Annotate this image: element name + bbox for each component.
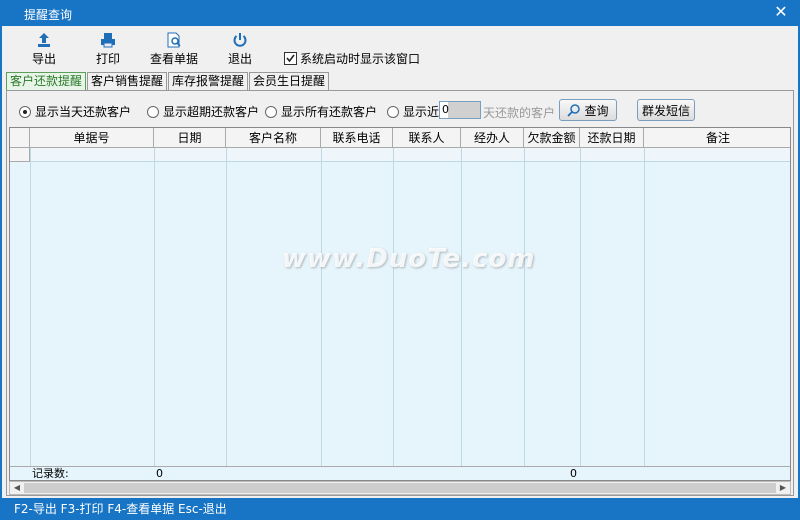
view-doc-button[interactable]: 查看单据 <box>146 32 202 68</box>
record-count-value: 0 <box>156 467 163 480</box>
tab-strip: 客户还款提醒 客户销售提醒 库存报警提醒 会员生日提醒 <box>6 72 330 90</box>
toolbar: 导出 打印 查看单据 退出 系统启动时显示该窗口 <box>2 26 798 70</box>
days-input[interactable]: 0 <box>439 101 481 119</box>
radio-dot[interactable] <box>19 105 31 118</box>
column-divider <box>30 148 31 480</box>
record-count-label: 记录数: <box>32 467 69 480</box>
query-button[interactable]: 查询 <box>559 99 617 121</box>
column-divider <box>154 148 155 480</box>
table-row[interactable] <box>10 148 790 162</box>
radio-dot[interactable] <box>265 105 277 118</box>
radio-dot[interactable] <box>387 105 399 118</box>
app-window: 提醒查询 ✕ 导出 打印 查看单据 退出 系统启动时显示该窗口 客户还款提醒 客… <box>0 0 800 520</box>
column-header[interactable]: 日期 <box>154 128 226 148</box>
column-header[interactable]: 备注 <box>644 128 790 148</box>
scroll-right-icon[interactable]: ▶ <box>776 482 790 494</box>
column-divider <box>393 148 394 480</box>
radio-today[interactable]: 显示当天还款客户 <box>19 103 131 120</box>
column-divider <box>580 148 581 480</box>
column-header[interactable]: 客户名称 <box>226 128 321 148</box>
radio-recent[interactable]: 显示近 <box>387 103 439 120</box>
grid-footer: 记录数: 0 0 <box>10 466 790 480</box>
days-suffix: 天还款的客户 <box>483 106 556 120</box>
startup-checkbox-label: 系统启动时显示该窗口 <box>300 52 421 66</box>
column-header[interactable]: 还款日期 <box>580 128 644 148</box>
column-divider <box>644 148 645 480</box>
column-header[interactable]: 单据号 <box>30 128 154 148</box>
tab-pane: 显示当天还款客户 显示超期还款客户 显示所有还款客户 显示近 0 天还款的客户 <box>6 90 794 496</box>
checkbox-box[interactable] <box>284 52 297 65</box>
view-doc-label: 查看单据 <box>149 52 198 66</box>
status-bar: F2-导出 F3-打印 F4-查看单据 Esc-退出 <box>0 498 800 520</box>
query-label: 查询 <box>584 103 609 118</box>
tab-member-birthday[interactable]: 会员生日提醒 <box>249 72 330 90</box>
sms-label: 群发短信 <box>641 103 690 118</box>
column-header[interactable]: 联系人 <box>393 128 461 148</box>
radio-all[interactable]: 显示所有还款客户 <box>265 103 377 120</box>
radio-dot[interactable] <box>147 105 159 118</box>
tab-customer-sales[interactable]: 客户销售提醒 <box>87 72 168 90</box>
filter-bar: 显示当天还款客户 显示超期还款客户 显示所有还款客户 显示近 0 天还款的客户 <box>19 99 789 121</box>
debt-total-value: 0 <box>570 467 577 480</box>
column-header[interactable]: 欠款金额 <box>524 128 580 148</box>
export-icon <box>38 33 50 47</box>
radio-today-label: 显示当天还款客户 <box>35 105 132 119</box>
print-icon <box>101 33 115 48</box>
scroll-left-icon[interactable]: ◀ <box>10 482 24 494</box>
export-button[interactable]: 导出 <box>26 32 62 68</box>
radio-all-label: 显示所有还款客户 <box>281 105 378 119</box>
tab-customer-repayment[interactable]: 客户还款提醒 <box>6 72 87 90</box>
header-corner <box>10 128 30 148</box>
data-grid[interactable]: 单据号 日期 客户名称 联系电话 联系人 经办人 欠款金额 还款日期 备注 记录… <box>9 127 791 481</box>
watermark-text: www.DuoTe.com <box>282 244 536 274</box>
grid-header: 单据号 日期 客户名称 联系电话 联系人 经办人 欠款金额 还款日期 备注 <box>10 128 790 148</box>
column-header[interactable]: 经办人 <box>461 128 524 148</box>
column-divider <box>226 148 227 480</box>
close-icon[interactable]: ✕ <box>772 3 790 21</box>
row-indicator[interactable] <box>10 148 30 162</box>
horizontal-scrollbar[interactable]: ◀ ▶ <box>9 481 791 495</box>
window-title: 提醒查询 <box>24 8 73 22</box>
export-label: 导出 <box>31 52 56 66</box>
radio-overdue[interactable]: 显示超期还款客户 <box>147 103 259 120</box>
column-divider <box>461 148 462 480</box>
column-divider <box>321 148 322 480</box>
exit-button[interactable]: 退出 <box>222 32 258 68</box>
checkmark-icon <box>286 54 295 63</box>
column-header[interactable]: 联系电话 <box>321 128 393 148</box>
sms-broadcast-button[interactable]: 群发短信 <box>637 99 695 121</box>
tab-stock-alert[interactable]: 库存报警提醒 <box>168 72 249 90</box>
search-icon <box>567 104 581 117</box>
exit-label: 退出 <box>227 52 252 66</box>
print-button[interactable]: 打印 <box>90 32 126 68</box>
radio-overdue-label: 显示超期还款客户 <box>163 105 260 119</box>
power-icon <box>233 33 247 47</box>
view-document-icon <box>167 32 181 48</box>
print-label: 打印 <box>95 52 120 66</box>
radio-recent-label: 显示近 <box>403 105 440 119</box>
title-bar: 提醒查询 ✕ <box>0 0 800 26</box>
scroll-thumb[interactable] <box>24 483 776 493</box>
column-divider <box>524 148 525 480</box>
startup-checkbox[interactable]: 系统启动时显示该窗口 <box>284 50 420 67</box>
